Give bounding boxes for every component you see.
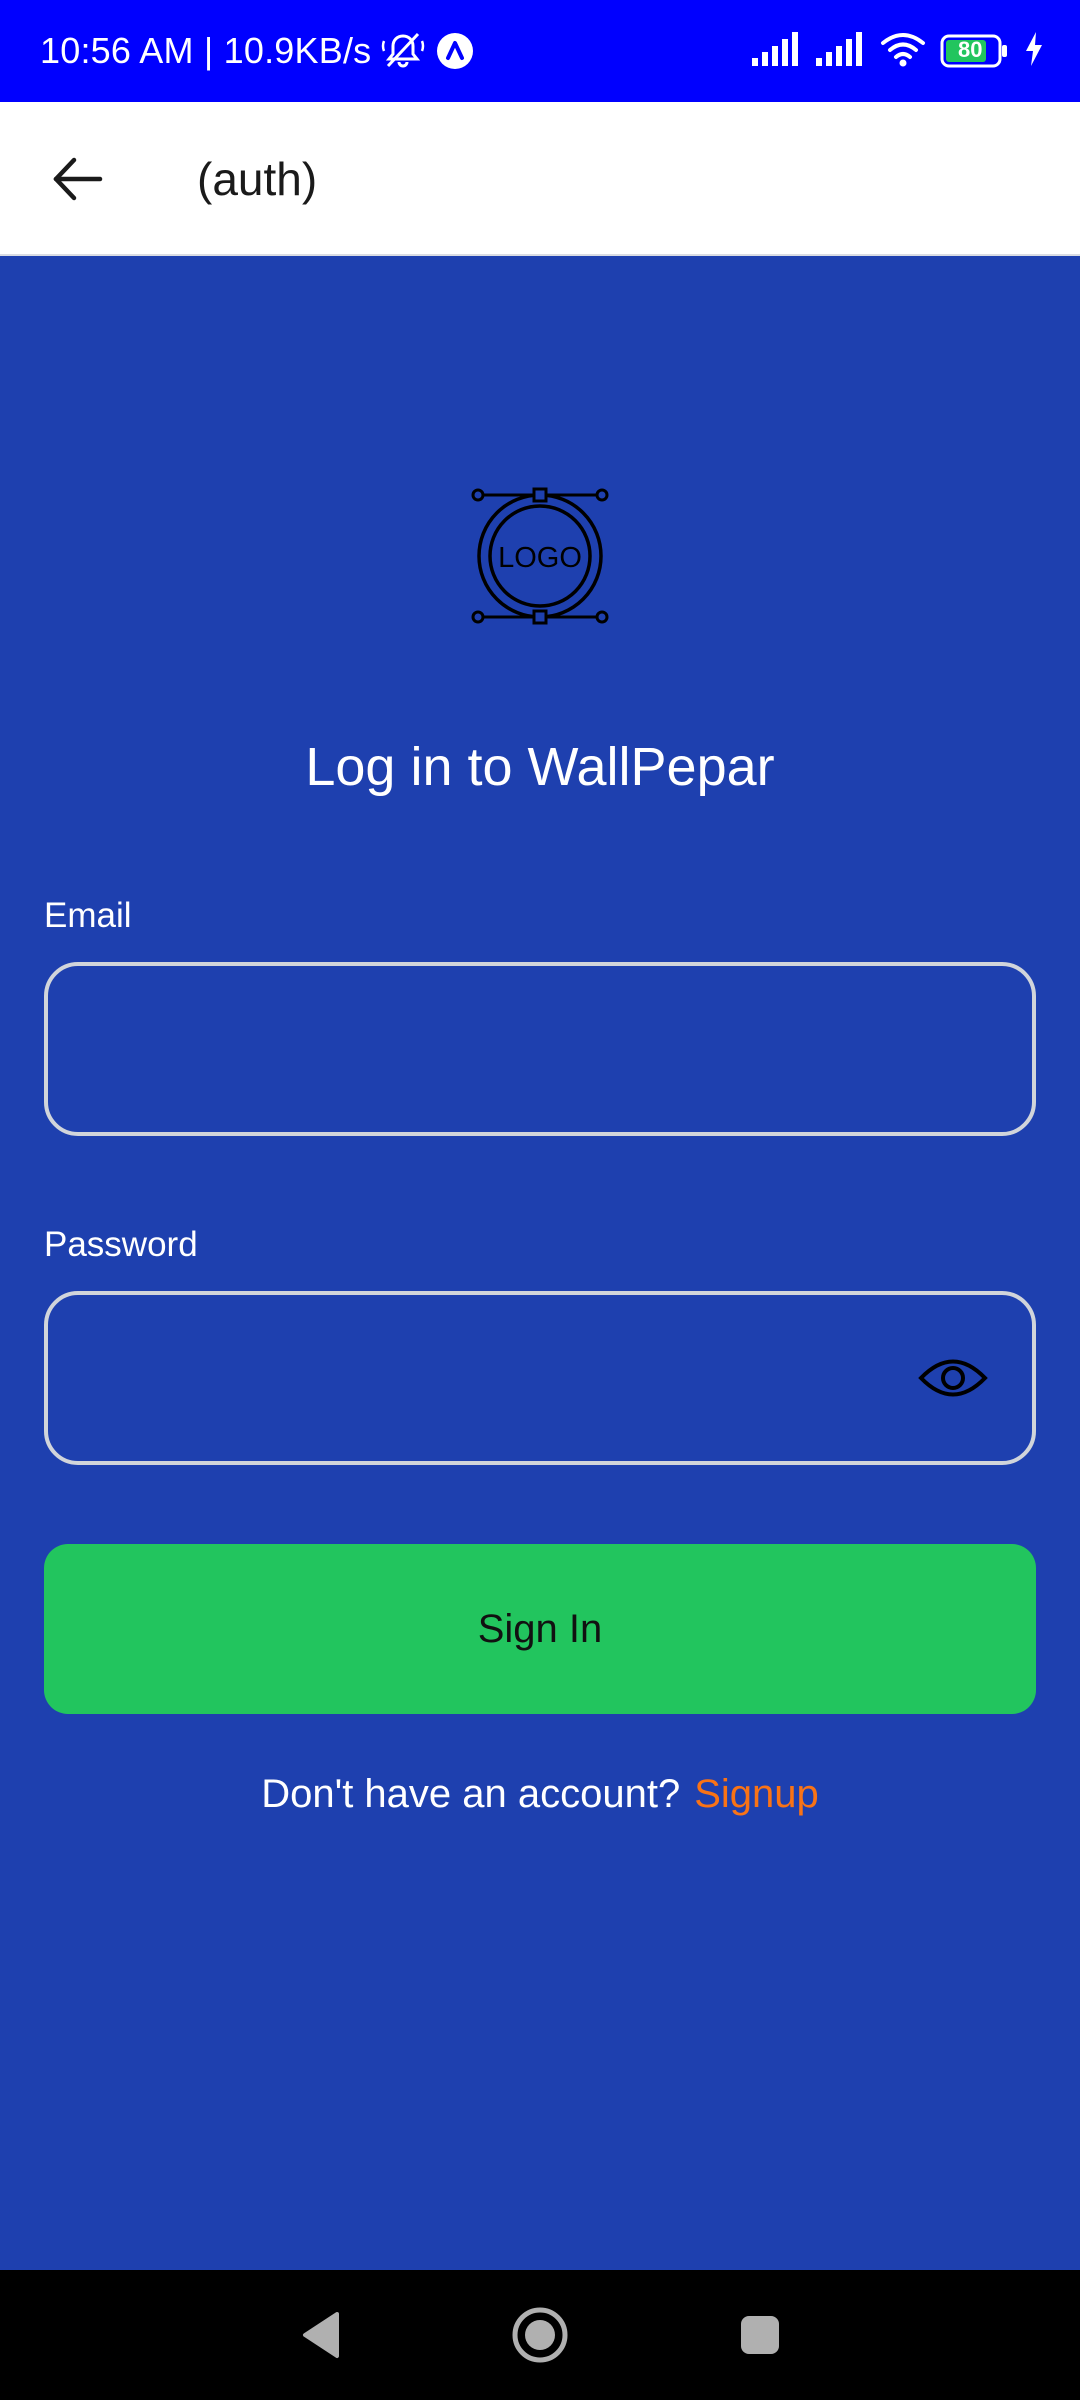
battery-icon: 80: [940, 34, 1010, 68]
app-bar: (auth): [0, 102, 1080, 256]
charging-icon: [1024, 31, 1044, 71]
status-left: 10:56 AM | 10.9KB/s: [40, 0, 475, 102]
status-bar: 10:56 AM | 10.9KB/s 80: [0, 0, 1080, 102]
wifi-icon: [880, 31, 926, 72]
no-account-text: Don't have an account?: [261, 1772, 681, 1816]
email-field[interactable]: [48, 966, 1032, 1132]
signal-icon: [816, 31, 866, 71]
signup-prompt: Don't have an account? Signup: [0, 1772, 1080, 1817]
toggle-password-visibility-button[interactable]: [918, 1343, 988, 1413]
nav-recents-icon: [741, 2316, 779, 2354]
app-bar-title: (auth): [197, 153, 318, 205]
login-screen: LOGO Log in to WallPepar Email Password …: [0, 256, 1080, 2270]
arrow-left-icon: [53, 157, 103, 201]
status-right: 80: [752, 0, 1044, 102]
mute-bell-icon: [381, 31, 425, 71]
nav-home-button[interactable]: [505, 2300, 575, 2370]
password-field-container: [44, 1291, 1036, 1465]
password-field[interactable]: [48, 1295, 1032, 1461]
email-field-container: [44, 962, 1036, 1136]
logo-text: LOGO: [498, 542, 582, 574]
password-label: Password: [44, 1225, 198, 1264]
app-logo: LOGO: [470, 486, 610, 626]
sign-in-button[interactable]: Sign In: [44, 1544, 1036, 1714]
nav-back-button[interactable]: [285, 2300, 355, 2370]
app-notification-icon: [435, 31, 475, 71]
nav-home-icon: [512, 2307, 568, 2363]
signal-icon: [752, 31, 802, 71]
nav-back-icon: [303, 2312, 339, 2358]
email-label: Email: [44, 896, 132, 935]
eye-icon: [918, 1359, 988, 1397]
back-button[interactable]: [36, 137, 120, 221]
login-title: Log in to WallPepar: [305, 737, 775, 797]
status-time: 10:56 AM | 10.9KB/s: [40, 30, 372, 71]
battery-level: 80: [958, 37, 983, 62]
system-nav-bar: [0, 2270, 1080, 2400]
nav-recents-button[interactable]: [725, 2300, 795, 2370]
signup-link[interactable]: Signup: [694, 1772, 819, 1816]
